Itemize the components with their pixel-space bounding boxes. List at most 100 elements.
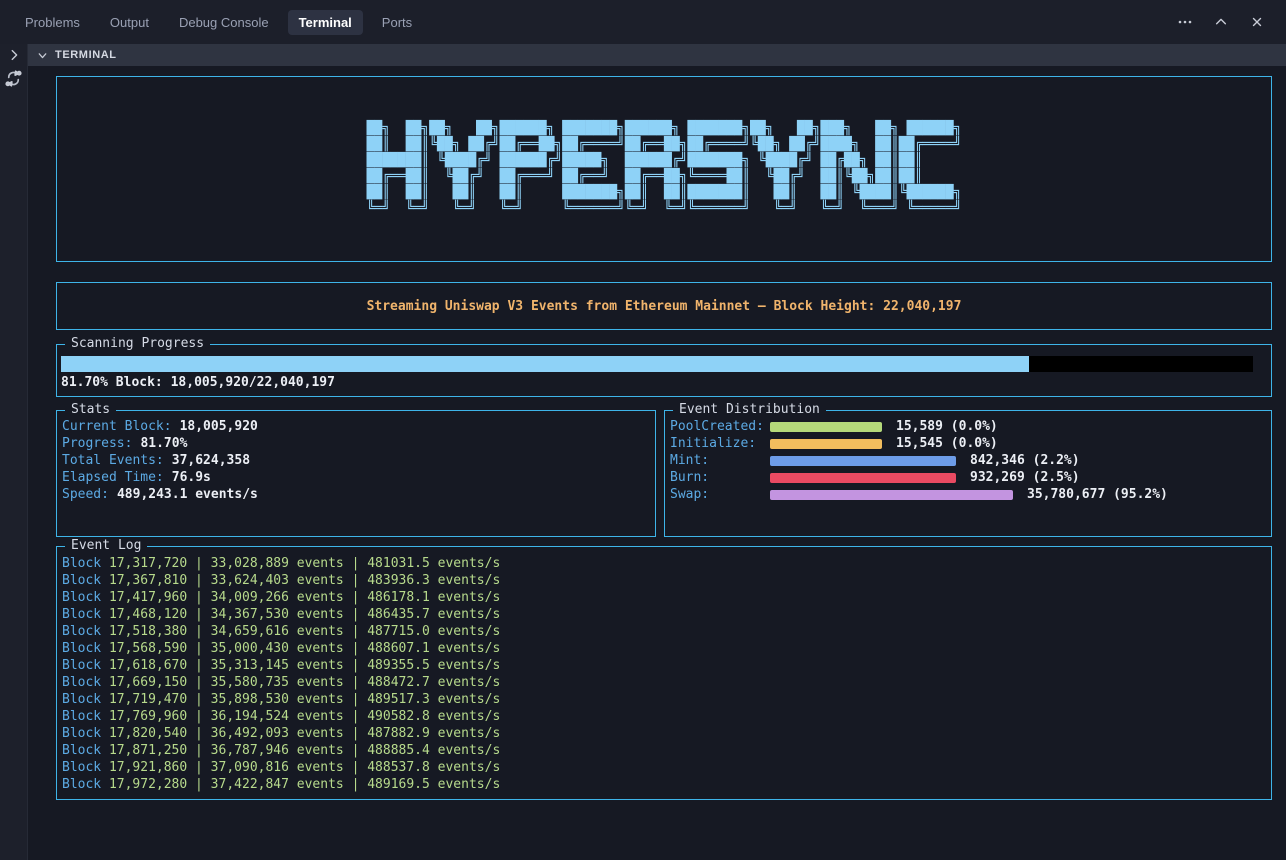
event-log-line-text: 17,769,960 | 36,194,524 events | 490582.…: [109, 709, 500, 724]
event-log-line-label: Block: [62, 709, 101, 724]
event-log-line: Block 17,468,120 | 34,367,530 events | 48…: [62, 606, 1271, 623]
close-panel-icon[interactable]: [1244, 9, 1270, 35]
event-log-line-label: Block: [62, 573, 101, 588]
sync-icon[interactable]: [5, 70, 22, 87]
chevron-down-icon[interactable]: [36, 49, 49, 62]
event-log-line-label: Block: [62, 675, 101, 690]
event-log-line-label: Block: [62, 726, 101, 741]
stat-row: Progress:81.70%: [62, 435, 655, 452]
event-log-line: Block 17,669,150 | 35,580,735 events | 48…: [62, 674, 1271, 691]
distribution-bar: [770, 456, 956, 466]
panel-side-strip: [0, 44, 28, 860]
event-log-line-text: 17,820,540 | 36,492,093 events | 487882.…: [109, 726, 500, 741]
distribution-bar: [770, 490, 1013, 500]
event-log-line-label: Block: [62, 743, 101, 758]
event-log-line-text: 17,669,150 | 35,580,735 events | 488472.…: [109, 675, 500, 690]
maximize-panel-icon[interactable]: [1208, 9, 1234, 35]
distribution-row: PoolCreated: 15,589 (0.0%): [670, 418, 1271, 435]
event-log-line-text: 17,871,250 | 36,787,946 events | 488885.…: [109, 743, 500, 758]
event-log-line-text: 17,719,470 | 35,898,530 events | 489517.…: [109, 692, 500, 707]
event-log-line-text: 17,468,120 | 34,367,530 events | 486435.…: [109, 607, 500, 622]
event-log-line: Block 17,719,470 | 35,898,530 events | 48…: [62, 691, 1271, 708]
stat-label: Current Block:: [62, 419, 172, 434]
distribution-value: 932,269 (2.5%): [970, 470, 1080, 485]
distribution-label: Swap:: [670, 487, 770, 502]
event-distribution-title: Event Distribution: [673, 402, 826, 418]
stats-title: Stats: [65, 402, 116, 418]
more-actions-icon[interactable]: [1172, 9, 1198, 35]
scanning-progress-box: Scanning Progress 81.70% Block: 18,005,9…: [56, 344, 1272, 397]
event-log-line: Block17,568,590 | 35,000,430 events | 48…: [62, 640, 1271, 657]
event-log-line-label: Block: [62, 641, 101, 656]
stats-rows: Current Block:18,005,920 Progress:81.70%…: [57, 411, 655, 503]
event-log-line: Block 17,871,250 | 36,787,946 events | 48…: [62, 742, 1271, 759]
progress-bar: [61, 356, 1253, 372]
stat-value: 37,624,358: [172, 453, 250, 468]
tab-terminal[interactable]: Terminal: [288, 10, 363, 35]
stat-label: Elapsed Time:: [62, 470, 164, 485]
event-log-line-text: 17,618,670 | 35,313,145 events | 489355.…: [109, 658, 500, 673]
distribution-value: 15,545 (0.0%): [896, 436, 998, 451]
hypersync-banner-box: ██╗ ██╗██╗ ██╗██████╗ ███████╗██████╗ ██…: [56, 76, 1272, 262]
stat-row: Speed:489,243.1 events/s: [62, 486, 655, 503]
event-distribution-rows: PoolCreated:15,589 (0.0%) Initialize:15,…: [665, 411, 1271, 503]
event-log-line-text: 17,921,860 | 37,090,816 events | 488537.…: [109, 760, 500, 775]
progress-status-text: 81.70% Block: 18,005,920/22,040,197: [61, 375, 335, 390]
stats-box: Stats Current Block:18,005,920 Progress:…: [56, 410, 656, 537]
stat-label: Speed:: [62, 487, 109, 502]
event-log-title: Event Log: [65, 538, 147, 554]
progress-bar-fill: [61, 356, 1029, 372]
event-log-line-text: 17,367,810 | 33,624,403 events | 483936.…: [109, 573, 500, 588]
event-log-line: Block 17,417,960 | 34,009,266 events | 48…: [62, 589, 1271, 606]
event-log-line-label: Block: [62, 658, 101, 673]
stat-row: Total Events: 37,624,358: [62, 452, 655, 469]
distribution-value: 35,780,677 (95.2%): [1027, 487, 1168, 502]
event-log-line-label: Block: [62, 777, 101, 792]
panel-window-controls: [1172, 9, 1270, 35]
distribution-label: PoolCreated:: [670, 419, 770, 434]
event-log-line-text: 17,317,720 | 33,028,889 events | 481031.…: [109, 556, 500, 571]
tab-output[interactable]: Output: [99, 10, 160, 35]
event-log-line: Block 17,618,670 | 35,313,145 events | 48…: [62, 657, 1271, 674]
event-log-line-label: Block: [62, 590, 101, 605]
panel-tab-bar: Problems Output Debug Console Terminal P…: [0, 0, 1286, 44]
terminal-panel-header: TERMINAL: [28, 44, 1286, 66]
event-log-line: Block17,921,860 | 37,090,816 events | 48…: [62, 759, 1271, 776]
panel-title: TERMINAL: [55, 49, 117, 61]
progress-percent: 81.70%: [61, 375, 108, 390]
event-distribution-box: Event Distribution PoolCreated:15,589 (0…: [664, 410, 1272, 537]
distribution-row: Burn: 932,269 (2.5%): [670, 469, 1271, 486]
hypersync-ascii-art: ██╗ ██╗██╗ ██╗██████╗ ███████╗██████╗ ██…: [57, 121, 1271, 217]
event-log-line-label: Block: [62, 692, 101, 707]
event-log-box: Event Log Block17,317,720 | 33,028,889 e…: [56, 546, 1272, 800]
event-log-line: Block 17,820,540 | 36,492,093 events | 48…: [62, 725, 1271, 742]
event-log-line-label: Block: [62, 556, 101, 571]
event-log-line-label: Block: [62, 607, 101, 622]
event-log-rows: Block 17,317,720 | 33,028,889 events | 48…: [57, 547, 1271, 793]
event-log-line-text: 17,972,280 | 37,422,847 events | 489169.…: [109, 777, 500, 792]
event-log-line: Block 17,972,280 | 37,422,847 events | 48…: [62, 776, 1271, 793]
distribution-bar: [770, 473, 956, 483]
stat-value: 76.9s: [172, 470, 211, 485]
event-log-line: Block 17,367,810 | 33,624,403 events | 48…: [62, 572, 1271, 589]
progress-detail: Block: 18,005,920/22,040,197: [116, 375, 335, 390]
event-log-line: Block 17,317,720 | 33,028,889 events | 48…: [62, 555, 1271, 572]
tab-problems[interactable]: Problems: [14, 10, 91, 35]
distribution-row: Mint:842,346 (2.2%): [670, 452, 1271, 469]
tab-ports[interactable]: Ports: [371, 10, 423, 35]
distribution-label: Mint:: [670, 453, 770, 468]
status-banner-text: Streaming Uniswap V3 Events from Ethereu…: [57, 283, 1271, 329]
event-log-line-text: 17,417,960 | 34,009,266 events | 486178.…: [109, 590, 500, 605]
terminal-viewport[interactable]: ██╗ ██╗██╗ ██╗██████╗ ███████╗██████╗ ██…: [29, 66, 1286, 860]
stat-value: 81.70%: [140, 436, 187, 451]
distribution-bar: [770, 422, 882, 432]
chevron-right-icon[interactable]: [7, 48, 21, 62]
status-banner-box: Streaming Uniswap V3 Events from Ethereu…: [56, 282, 1272, 330]
tab-debug-console[interactable]: Debug Console: [168, 10, 280, 35]
distribution-value: 15,589 (0.0%): [896, 419, 998, 434]
distribution-bar: [770, 439, 882, 449]
event-log-line: Block17,518,380 | 34,659,616 events | 48…: [62, 623, 1271, 640]
stat-label: Total Events:: [62, 453, 164, 468]
scanning-progress-title: Scanning Progress: [65, 336, 210, 352]
distribution-label: Burn:: [670, 470, 770, 485]
